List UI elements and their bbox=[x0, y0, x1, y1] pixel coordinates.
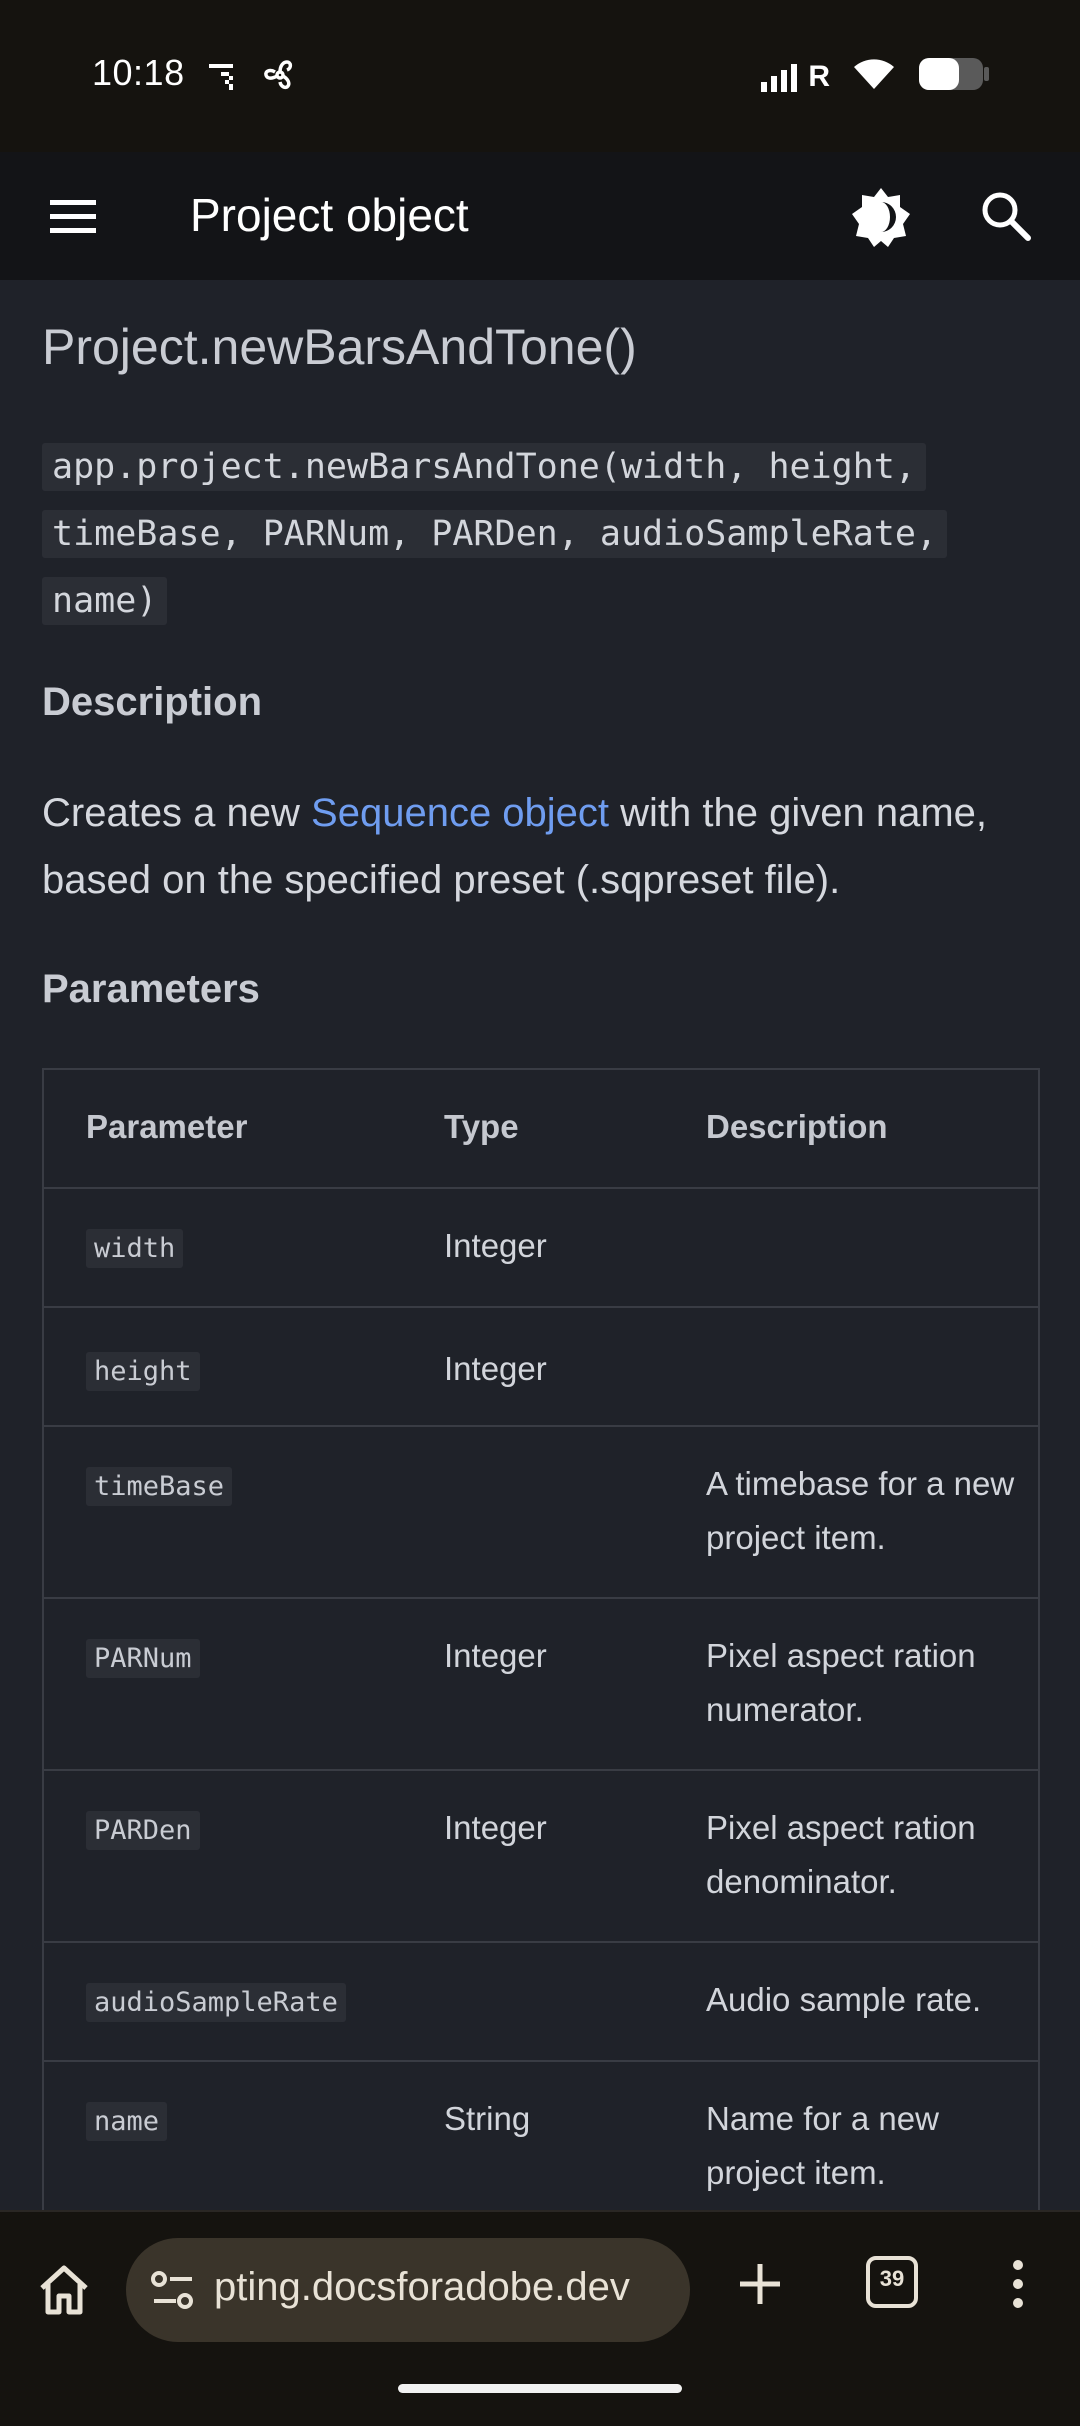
menu-icon[interactable] bbox=[48, 192, 100, 240]
tabs-icon[interactable]: 39 bbox=[866, 2256, 918, 2308]
param-type: String bbox=[444, 2100, 531, 2137]
table-row: PARNum Integer Pixel aspect ration numer… bbox=[44, 1599, 1038, 1771]
sequence-object-link[interactable]: Sequence object bbox=[311, 791, 609, 835]
param-name: height bbox=[86, 1352, 200, 1391]
param-name: PARDen bbox=[86, 1811, 200, 1850]
table-row: timeBase A timebase for a new project it… bbox=[44, 1427, 1038, 1599]
description-prefix: Creates a new bbox=[42, 791, 312, 835]
table-row: height Integer bbox=[44, 1308, 1038, 1427]
gesture-bar bbox=[398, 2384, 682, 2393]
param-description: Audio sample rate. bbox=[706, 1981, 982, 2018]
param-description: Pixel aspect ration numerator. bbox=[706, 1637, 976, 1728]
method-heading: Project.newBarsAndTone() bbox=[42, 319, 637, 375]
parameters-heading: Parameters bbox=[42, 967, 260, 1011]
url-bar[interactable]: pting.docsforadobe.dev bbox=[126, 2238, 690, 2342]
app-bar: Project object bbox=[0, 152, 1080, 280]
param-type: Integer bbox=[444, 1350, 547, 1387]
site-settings-icon[interactable] bbox=[150, 2268, 196, 2312]
home-icon[interactable] bbox=[36, 2262, 92, 2318]
theme-toggle-icon[interactable] bbox=[850, 186, 912, 248]
description-heading: Description bbox=[42, 680, 263, 724]
param-type: Integer bbox=[444, 1637, 547, 1674]
status-bar: 10:18 R bbox=[0, 0, 1080, 152]
header-description: Description bbox=[706, 1108, 888, 1145]
param-type: Integer bbox=[444, 1227, 547, 1264]
table-row: PARDen Integer Pixel aspect ration denom… bbox=[44, 1771, 1038, 1943]
roaming-label: R bbox=[808, 59, 830, 93]
param-description: Name for a new project item. bbox=[706, 2100, 939, 2191]
status-time: 10:18 bbox=[92, 52, 185, 93]
param-name: PARNum bbox=[86, 1639, 200, 1678]
status-icons-left bbox=[205, 58, 299, 97]
param-name: timeBase bbox=[86, 1467, 233, 1506]
table-row: name String Name for a new project item. bbox=[44, 2062, 1038, 2232]
description-text: Creates a new Sequence object with the g… bbox=[42, 780, 1038, 914]
param-description: Pixel aspect ration denominator. bbox=[706, 1809, 976, 1900]
param-name: width bbox=[86, 1229, 184, 1268]
table-row: width Integer bbox=[44, 1189, 1038, 1308]
status-icons-right: R bbox=[761, 56, 990, 97]
more-icon[interactable] bbox=[1002, 2258, 1034, 2310]
page-title: Project object bbox=[190, 189, 469, 241]
browser-toolbar: pting.docsforadobe.dev 39 bbox=[0, 2210, 1080, 2426]
param-name: name bbox=[86, 2102, 168, 2141]
fan-icon bbox=[261, 58, 299, 97]
wifi-icon bbox=[852, 57, 896, 96]
new-tab-icon[interactable] bbox=[736, 2260, 784, 2308]
url-text: pting.docsforadobe.dev bbox=[214, 2265, 630, 2309]
param-description: A timebase for a new project item. bbox=[706, 1465, 1015, 1556]
signature-line: app.project.newBarsAndTone(width, height… bbox=[42, 443, 926, 491]
table-header-row: Parameter Type Description bbox=[44, 1070, 1038, 1189]
table-row: audioSampleRate Audio sample rate. bbox=[44, 1943, 1038, 2062]
parameters-table: Parameter Type Description width Integer… bbox=[42, 1068, 1040, 2232]
header-parameter: Parameter bbox=[86, 1108, 248, 1145]
notification-icon bbox=[205, 58, 239, 97]
signal-roaming-icon: R bbox=[761, 59, 830, 93]
search-icon[interactable] bbox=[978, 188, 1034, 244]
param-name: audioSampleRate bbox=[86, 1983, 346, 2022]
tab-count: 39 bbox=[879, 2266, 905, 2291]
param-type: Integer bbox=[444, 1809, 547, 1846]
signature-line: name) bbox=[42, 577, 168, 625]
signature-line: timeBase, PARNum, PARDen, audioSampleRat… bbox=[42, 510, 948, 558]
header-type: Type bbox=[444, 1108, 519, 1145]
method-signature: app.project.newBarsAndTone(width, height… bbox=[42, 434, 1038, 635]
battery-icon bbox=[918, 56, 990, 97]
